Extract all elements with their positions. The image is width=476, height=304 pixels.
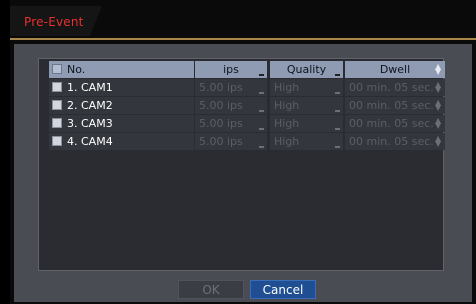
camera-checkbox[interactable] [52, 118, 62, 128]
camera-name-cell[interactable]: 1. CAM1 [49, 79, 194, 96]
header-ips[interactable]: ips [195, 61, 267, 78]
spinner-arrows-icon: ▲ ▼ [435, 62, 442, 76]
camera-name-cell[interactable]: 3. CAM3 [49, 115, 194, 132]
cancel-button[interactable]: Cancel [250, 280, 316, 299]
quality-value: High [274, 135, 300, 148]
camera-table: No. ips Quality Dwell ▲ ▼ 1. CAM1 5.00 i… [38, 58, 445, 271]
select-all-checkbox[interactable] [52, 64, 62, 74]
ok-button[interactable]: OK [178, 280, 244, 299]
dropdown-caret-icon [259, 110, 264, 112]
quality-select[interactable]: High [270, 133, 343, 150]
dropdown-caret-icon [335, 74, 340, 76]
dropdown-caret-icon [335, 92, 340, 94]
header-dwell[interactable]: Dwell ▲ ▼ [345, 61, 445, 78]
dwell-spinner[interactable]: 00 min. 05 sec. ▲ ▼ [345, 133, 445, 150]
dropdown-caret-icon [259, 146, 264, 148]
dwell-spinner[interactable]: 00 min. 05 sec. ▲ ▼ [345, 115, 445, 132]
header-no-label: No. [67, 63, 86, 76]
dwell-spinner[interactable]: 00 min. 05 sec. ▲ ▼ [345, 97, 445, 114]
camera-checkbox[interactable] [52, 100, 62, 110]
dwell-value: 00 min. 05 sec. [349, 81, 434, 94]
dwell-value: 00 min. 05 sec. [349, 135, 434, 148]
ips-select[interactable]: 5.00 ips [195, 133, 267, 150]
header-no[interactable]: No. [49, 61, 194, 78]
camera-checkbox[interactable] [52, 82, 62, 92]
ips-select[interactable]: 5.00 ips [195, 97, 267, 114]
ips-value: 5.00 ips [199, 117, 243, 130]
quality-value: High [274, 81, 300, 94]
ips-select[interactable]: 5.00 ips [195, 79, 267, 96]
tab-title: Pre-Event [24, 15, 84, 29]
title-underline [10, 38, 476, 40]
spinner-arrows-icon: ▲ ▼ [435, 116, 442, 130]
pre-event-dialog: Pre-Event No. ips Quality Dwell ▲ ▼ 1. C… [10, 0, 476, 304]
dwell-spinner[interactable]: 00 min. 05 sec. ▲ ▼ [345, 79, 445, 96]
quality-select[interactable]: High [270, 97, 343, 114]
dropdown-caret-icon [335, 128, 340, 130]
spinner-arrows-icon: ▲ ▼ [435, 134, 442, 148]
camera-name: 2. CAM2 [67, 99, 113, 112]
quality-select[interactable]: High [270, 79, 343, 96]
ips-value: 5.00 ips [199, 135, 243, 148]
camera-name: 1. CAM1 [67, 81, 113, 94]
camera-name: 4. CAM4 [67, 135, 113, 148]
ips-value: 5.00 ips [199, 81, 243, 94]
header-quality-label: Quality [286, 63, 327, 76]
spinner-arrows-icon: ▲ ▼ [435, 80, 442, 94]
dropdown-caret-icon [259, 128, 264, 130]
dwell-value: 00 min. 05 sec. [349, 117, 434, 130]
camera-name: 3. CAM3 [67, 117, 113, 130]
dropdown-caret-icon [259, 92, 264, 94]
quality-select[interactable]: High [270, 115, 343, 132]
dropdown-caret-icon [335, 110, 340, 112]
camera-name-cell[interactable]: 4. CAM4 [49, 133, 194, 150]
dwell-value: 00 min. 05 sec. [349, 99, 434, 112]
quality-value: High [274, 99, 300, 112]
dropdown-caret-icon [259, 74, 264, 76]
ips-value: 5.00 ips [199, 99, 243, 112]
header-ips-label: ips [223, 63, 239, 76]
camera-name-cell[interactable]: 2. CAM2 [49, 97, 194, 114]
camera-checkbox[interactable] [52, 136, 62, 146]
ips-select[interactable]: 5.00 ips [195, 115, 267, 132]
quality-value: High [274, 117, 300, 130]
spinner-arrows-icon: ▲ ▼ [435, 98, 442, 112]
dialog-panel: No. ips Quality Dwell ▲ ▼ 1. CAM1 5.00 i… [14, 44, 472, 302]
dropdown-caret-icon [335, 146, 340, 148]
header-dwell-label: Dwell [379, 63, 411, 76]
header-quality[interactable]: Quality [270, 61, 343, 78]
